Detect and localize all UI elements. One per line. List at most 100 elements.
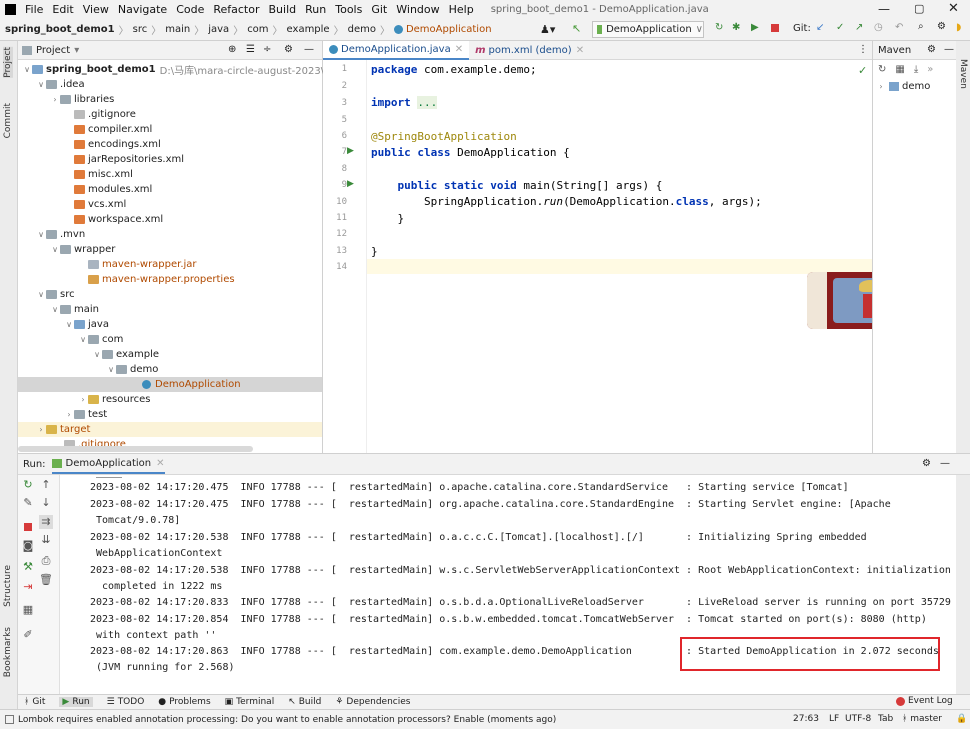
stop-icon[interactable] [21, 521, 35, 535]
tree-item-example[interactable]: ∨ example [92, 347, 159, 362]
coverage-icon[interactable]: ▶ [751, 22, 759, 33]
git-push-icon[interactable]: ↗ [855, 22, 863, 33]
tab-terminal[interactable]: ▣ Terminal [225, 697, 275, 707]
plugin-icon[interactable]: ◗ [956, 22, 961, 33]
expand-icon[interactable]: ÷ [263, 44, 271, 55]
line-separator[interactable]: LF [829, 714, 839, 724]
user-icon[interactable]: ♟▾ [540, 23, 555, 36]
breadcrumb-project[interactable]: spring_boot_demo1 [5, 24, 115, 35]
gear-icon[interactable]: ⚙ [927, 44, 936, 55]
caret-position[interactable]: 27:63 [793, 714, 819, 724]
tab-dependencies[interactable]: ⚘ Dependencies [335, 697, 410, 707]
tree-item-java[interactable]: ∨ java [64, 317, 109, 332]
tree-item-jarrepositories[interactable]: jarRepositories.xml [74, 152, 184, 167]
minimize-button[interactable]: — [878, 2, 890, 16]
scroll-down-icon[interactable]: ↓ [39, 496, 53, 510]
menu-build[interactable]: Build [269, 3, 297, 16]
tree-item-encodings[interactable]: encodings.xml [74, 137, 161, 152]
hammer-icon[interactable]: ↖ [572, 22, 581, 35]
menu-file[interactable]: File [25, 3, 43, 16]
settings-icon[interactable]: ⚙ [937, 21, 946, 32]
tree-item-main[interactable]: ∨ main [50, 302, 99, 317]
locate-icon[interactable]: ⊕ [228, 44, 236, 55]
project-view-select[interactable]: Project [36, 45, 70, 56]
add-maven-project-icon[interactable]: ▦ [895, 64, 904, 75]
close-icon[interactable]: ✕ [576, 45, 584, 56]
tab-build[interactable]: ↖ Build [288, 697, 321, 707]
tab-todo[interactable]: ☰ TODO [107, 697, 145, 707]
print-icon[interactable]: ⎙ [39, 554, 53, 568]
status-message[interactable]: Lombok requires enabled annotation proce… [18, 715, 556, 725]
breadcrumb-com[interactable]: com [247, 24, 268, 35]
breadcrumb-main[interactable]: main [165, 24, 190, 35]
stop-icon[interactable] [771, 24, 779, 32]
restore-layout-icon[interactable]: ⚒ [21, 560, 35, 574]
tree-item-compiler[interactable]: compiler.xml [74, 122, 152, 137]
close-icon[interactable]: ✕ [455, 44, 463, 55]
git-commit-icon[interactable]: ✓ [836, 22, 844, 33]
breadcrumb-example[interactable]: example [287, 24, 330, 35]
exit-icon[interactable]: ⇥ [21, 580, 35, 594]
event-log-button[interactable]: Event Log [896, 696, 953, 706]
structure-tool-tab[interactable]: Structure [3, 565, 13, 607]
more-icon[interactable]: » [927, 64, 933, 75]
collapse-all-icon[interactable]: ☰ [246, 44, 255, 55]
maximize-button[interactable]: ▢ [914, 2, 924, 15]
menu-navigate[interactable]: Navigate [118, 3, 167, 16]
run-config-select[interactable]: DemoApplication ∨ [592, 21, 704, 38]
tree-item-demoapplication[interactable]: DemoApplication [18, 377, 322, 392]
menu-view[interactable]: View [83, 3, 109, 16]
tree-item-workspace[interactable]: workspace.xml [74, 212, 163, 227]
scroll-up-icon[interactable]: ↑ [39, 478, 53, 492]
breadcrumb-demo[interactable]: demo [348, 24, 376, 35]
download-icon[interactable]: ⤓ [914, 64, 918, 75]
rerun-icon[interactable]: ↻ [715, 22, 723, 33]
gear-icon[interactable]: ⚙ [922, 458, 931, 469]
soft-wrap-icon[interactable]: ⇉ [39, 515, 53, 529]
menu-run[interactable]: Run [305, 3, 326, 16]
file-encoding[interactable]: UTF-8 [845, 714, 871, 724]
tab-demoapplication[interactable]: DemoApplication.java ✕ [323, 40, 470, 60]
commit-tool-tab[interactable]: Commit [3, 103, 13, 138]
layout-icon[interactable]: ▦ [21, 603, 35, 617]
pin-tab-icon[interactable]: ✐ [21, 628, 35, 642]
close-icon[interactable]: ✕ [156, 458, 164, 469]
tree-item-target[interactable]: › target [18, 422, 322, 437]
tree-item-idea[interactable]: ∨ .idea [36, 77, 85, 92]
tree-item-misc[interactable]: misc.xml [74, 167, 133, 182]
tree-item-libraries[interactable]: › libraries [50, 92, 114, 107]
tab-run[interactable]: ▶ Run [59, 697, 93, 707]
scroll-to-end-icon[interactable]: ⇊ [39, 533, 53, 547]
camera-icon[interactable]: ◙ [21, 539, 35, 553]
hide-icon[interactable]: — [940, 458, 950, 469]
maven-project-demo[interactable]: › demo [873, 79, 956, 94]
code-area[interactable]: package com.example.demo; import ... @Sp… [323, 60, 872, 453]
gear-icon[interactable]: ⚙ [284, 44, 293, 55]
tab-git[interactable]: ᚼ Git [24, 697, 45, 707]
menu-tools[interactable]: Tools [335, 3, 362, 16]
modify-config-icon[interactable]: ✎ [21, 496, 35, 510]
tree-item-test[interactable]: › test [64, 407, 107, 422]
reload-icon[interactable]: ↻ [878, 64, 886, 75]
run-tab[interactable]: DemoApplication ✕ [51, 454, 165, 474]
menu-help[interactable]: Help [449, 3, 474, 16]
breadcrumb-src[interactable]: src [133, 24, 148, 35]
hide-icon[interactable]: — [944, 44, 954, 55]
tab-pom[interactable]: m pom.xml (demo) ✕ [469, 41, 590, 60]
tree-item-src[interactable]: ∨ src [36, 287, 75, 302]
git-branch[interactable]: ᚼ master [902, 714, 942, 724]
project-tool-tab[interactable]: Project [3, 47, 13, 78]
menu-refactor[interactable]: Refactor [213, 3, 259, 16]
hide-icon[interactable]: — [304, 44, 314, 55]
indent-setting[interactable]: Tab [878, 714, 893, 724]
maven-tool-tab[interactable]: Maven [958, 59, 968, 89]
menu-edit[interactable]: Edit [52, 3, 73, 16]
rerun-icon[interactable]: ↻ [21, 478, 35, 492]
tree-item-resources[interactable]: › resources [78, 392, 150, 407]
tree-item-maven-wrapper-properties[interactable]: maven-wrapper.properties [88, 272, 235, 287]
tree-item-mvn[interactable]: ∨ .mvn [36, 227, 85, 242]
tree-item-gitignore-idea[interactable]: .gitignore [74, 107, 136, 122]
tree-item-wrapper[interactable]: ∨ wrapper [50, 242, 115, 257]
git-update-icon[interactable]: ↙ [816, 22, 824, 33]
menu-window[interactable]: Window [396, 3, 439, 16]
